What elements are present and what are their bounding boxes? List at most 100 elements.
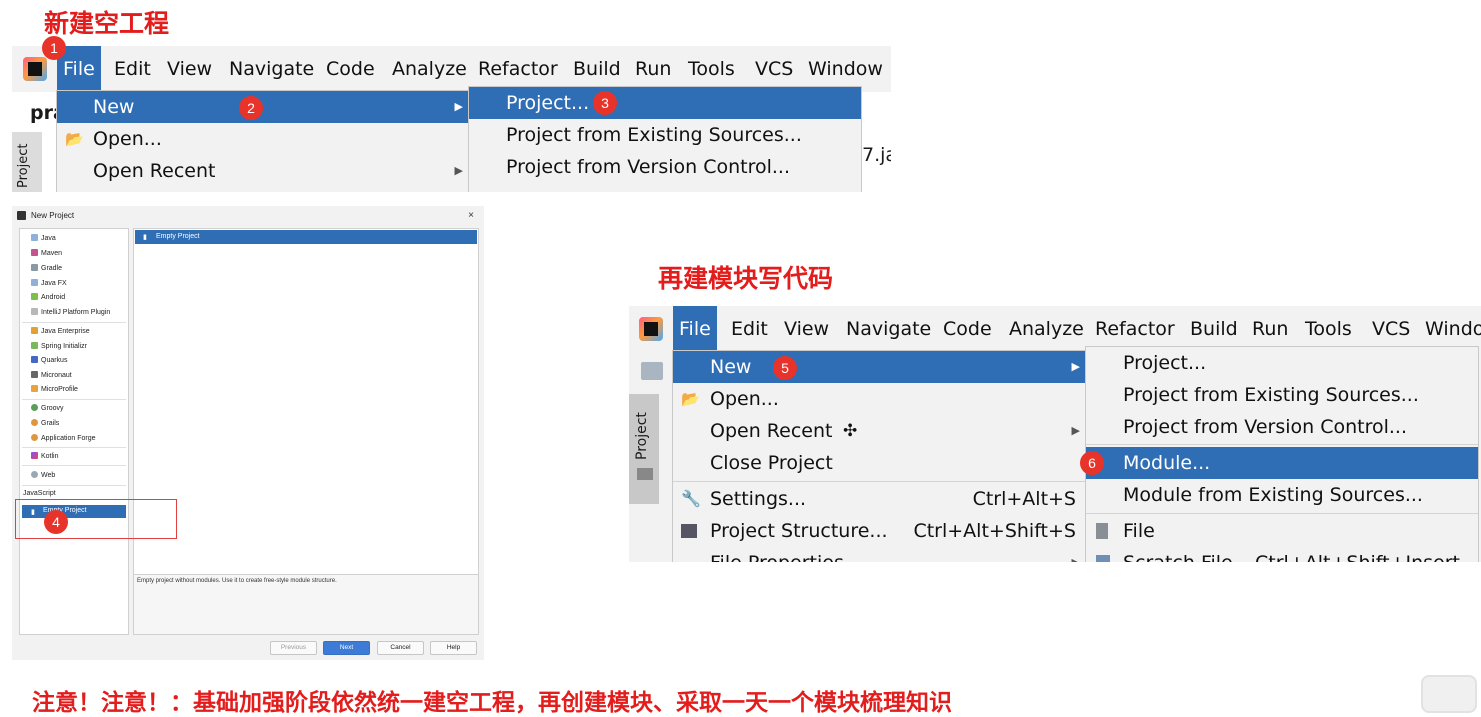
menu-item-close-project-label: Close Project [710,452,833,474]
shortcut-label: Ctrl+Alt+Shift+Insert [1255,547,1460,562]
menu-view[interactable]: View [161,46,218,92]
submenu-item-module[interactable]: Module... [1086,447,1478,479]
menu-item-open-label: Open... [93,128,162,150]
submenu-item-project[interactable]: Project... [469,87,861,119]
submenu-item-project-existing-label: Project from Existing Sources... [506,124,802,146]
divider [22,447,126,448]
folder-icon: ▮ [143,234,147,241]
menu-navigate[interactable]: Navigate [840,306,937,352]
menu-view[interactable]: View [778,306,835,352]
list-item-kotlin[interactable]: Kotlin [31,452,59,460]
submenu-item-scratch-file-label: Scratch File [1123,547,1233,562]
list-item-web[interactable]: Web [31,471,55,479]
menu-item-file-properties[interactable]: File Properties ▶ [673,547,1086,562]
submenu-item-scratch-file[interactable]: Scratch File Ctrl+Alt+Shift+Insert [1086,547,1478,562]
previous-button[interactable]: Previous [270,641,317,655]
list-item-spring-initializr[interactable]: Spring Initializr [31,342,87,350]
submenu-item-project-vcs[interactable]: Project from Version Control... [469,151,861,183]
android-icon [31,293,38,300]
divider [22,485,126,486]
file-menu: New ▶ 📂 Open... Open Recent ✣ ▶ Close Pr… [672,350,1087,562]
list-item-javafx[interactable]: Java FX [31,279,67,287]
description-text: Empty project without modules. Use it to… [137,578,337,584]
list-item-grails[interactable]: Grails [31,419,59,427]
submenu-item-project-existing[interactable]: Project from Existing Sources... [469,119,861,151]
editor-tab-fragment: 7.ja [862,144,891,166]
close-icon[interactable]: × [468,210,474,221]
submenu-item-project-label: Project... [506,92,590,114]
menu-analyze[interactable]: Analyze [386,46,473,92]
menu-file[interactable]: File [673,306,717,352]
list-item-label: Android [41,294,66,301]
menu-analyze[interactable]: Analyze [1003,306,1090,352]
maven-icon [31,249,38,256]
menu-item-close-project[interactable]: Close Project [673,447,1086,479]
list-item-intellij-plugin[interactable]: IntelliJ Platform Plugin [31,308,110,316]
menu-item-open[interactable]: 📂 Open... [57,123,469,155]
menu-code[interactable]: Code [937,306,998,352]
globe-icon [31,471,38,478]
list-item-maven[interactable]: Maven [31,249,62,257]
list-item-android[interactable]: Android [31,293,65,301]
step-badge-3: 3 [593,91,617,115]
menu-item-new[interactable]: New ▶ [57,91,469,123]
step-badge-5: 5 [773,356,797,380]
menu-item-open-recent-label: Open Recent [93,160,216,182]
submenu-item-module-existing-label: Module from Existing Sources... [1123,484,1423,506]
footer-note: 注意！注意！：基础加强阶段依然统一建空工程，再创建模块、采取一天一个模块梳理知识 [32,690,952,716]
menu-edit[interactable]: Edit [725,306,774,352]
project-structure-icon [681,524,697,538]
menu-navigate[interactable]: Navigate [223,46,320,92]
menu-item-open-recent[interactable]: Open Recent ✣ ▶ [673,415,1086,447]
list-item-java-enterprise[interactable]: Java Enterprise [31,327,90,335]
selected-template-row[interactable]: ▮ Empty Project [135,230,477,244]
list-item-label: Spring Initializr [41,343,87,350]
submenu-item-project-vcs[interactable]: Project from Version Control... [1086,411,1478,443]
menu-edit[interactable]: Edit [108,46,157,92]
watermark-logo [1421,675,1477,713]
list-item-quarkus[interactable]: Quarkus [31,356,67,364]
list-item-java[interactable]: Java [31,234,56,242]
shortcut-label: Ctrl+Alt+Shift+S [913,520,1076,542]
help-button[interactable]: Help [430,641,477,655]
list-item-gradle[interactable]: Gradle [31,264,62,272]
grails-icon [31,419,38,426]
new-submenu: Project... Project from Existing Sources… [468,86,862,192]
project-type-list: Java Maven Gradle Java FX Android Intell… [19,228,129,635]
step-badge-1: 1 [42,36,66,60]
cancel-button[interactable]: Cancel [377,641,424,655]
submenu-item-project-existing-label: Project from Existing Sources... [1123,384,1419,406]
file-menu: New ▶ 📂 Open... Open Recent ▶ [56,90,470,192]
groovy-icon [31,404,38,411]
project-side-tab[interactable]: Project [12,132,42,192]
folder-open-icon: 📂 [681,390,700,408]
menu-item-open-recent[interactable]: Open Recent ▶ [57,155,469,187]
divider [22,322,126,323]
new-submenu: Project... Project from Existing Sources… [1085,346,1479,562]
list-item-microprofile[interactable]: MicroProfile [31,385,78,393]
submenu-item-project[interactable]: Project... [1086,347,1478,379]
menu-item-project-structure[interactable]: Project Structure... Ctrl+Alt+Shift+S [673,515,1086,547]
selected-template-label: Empty Project [156,233,200,240]
mouse-cursor-icon: ✣ [843,421,858,441]
menu-item-open[interactable]: 📂 Open... [673,383,1086,415]
menu-item-settings[interactable]: 🔧 Settings... Ctrl+Alt+S [673,483,1086,515]
list-item-application-forge[interactable]: Application Forge [31,434,95,442]
list-item-micronaut[interactable]: Micronaut [31,371,72,379]
ide-screenshot-1: File Edit View Navigate Code Analyze Ref… [12,46,891,192]
project-side-tab[interactable]: Project [629,394,659,504]
next-button[interactable]: Next [323,641,370,655]
menu-item-project-structure-label: Project Structure... [710,520,888,542]
menu-code[interactable]: Code [320,46,381,92]
menu-item-new[interactable]: New ▶ [673,351,1086,383]
submenu-item-project-existing[interactable]: Project from Existing Sources... [1086,379,1478,411]
list-item-label: Groovy [41,405,64,412]
submenu-item-file[interactable]: File [1086,515,1478,547]
list-group-javascript: JavaScript [23,490,56,497]
list-item-label: Java FX [41,280,67,287]
step-badge-6: 6 [1080,451,1104,475]
submenu-item-module-existing[interactable]: Module from Existing Sources... [1086,479,1478,511]
microprofile-icon [31,385,38,392]
submenu-arrow-icon: ▶ [1072,547,1080,562]
list-item-groovy[interactable]: Groovy [31,404,64,412]
